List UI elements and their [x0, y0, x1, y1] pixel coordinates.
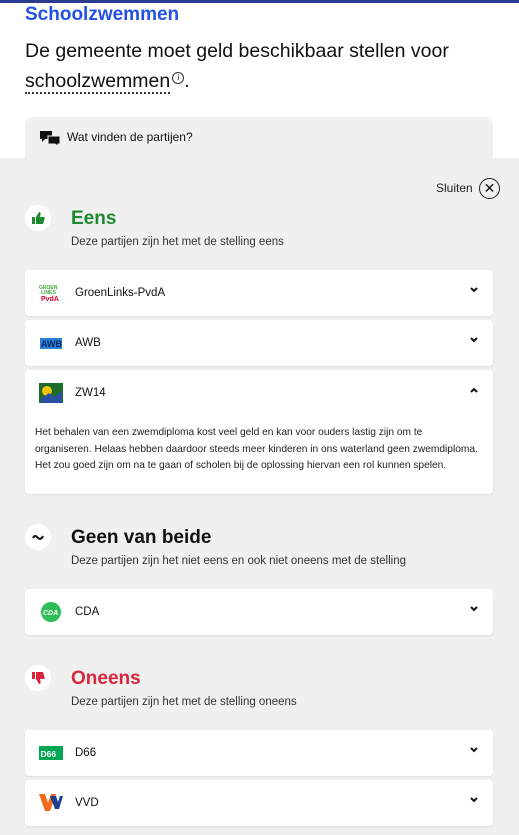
party-card-zw14[interactable]: ZW14 Het behalen van een zwemdiploma kos…	[25, 370, 493, 494]
party-name: GroenLinks-PvdA	[75, 287, 166, 299]
party-card-groenlinks-pvda[interactable]: GROEN LINKS PvdA GroenLinks-PvdA	[25, 270, 493, 316]
category-title: Schoolzwemmen	[25, 4, 180, 25]
party-name: ZW14	[75, 387, 106, 399]
chevron-down-icon	[470, 287, 478, 293]
cda-logo: CDA	[41, 602, 61, 622]
thumbs-down-icon	[25, 665, 51, 691]
svg-text:D66: D66	[41, 749, 57, 759]
chevron-up-icon	[470, 387, 478, 393]
party-name: CDA	[75, 606, 100, 618]
d66-logo: D66	[39, 746, 63, 760]
party-card-d66[interactable]: D66 D66	[25, 730, 493, 776]
chevron-down-icon	[470, 337, 478, 343]
awb-logo: AWB	[40, 338, 62, 349]
party-card-vvd[interactable]: VVD	[25, 780, 493, 826]
statement-before: De gemeente moet geld beschikbaar stelle…	[25, 40, 449, 62]
statement-after: .	[184, 70, 190, 92]
group-title-eens: Eens	[71, 208, 117, 229]
statement-term-link[interactable]: schoolzwemmen	[25, 70, 171, 94]
chat-bubbles-icon	[40, 131, 61, 146]
zw14-logo	[39, 383, 63, 403]
thumbs-up-icon	[25, 205, 51, 231]
party-name: AWB	[75, 337, 101, 349]
chevron-down-icon	[470, 797, 478, 803]
statement-text: De gemeente moet geld beschikbaar stelle…	[25, 36, 500, 96]
svg-text:AWB: AWB	[41, 339, 62, 349]
group-title-geen-van-beide: Geen van beide	[71, 527, 212, 548]
vvd-logo	[39, 794, 63, 811]
info-icon[interactable]: i	[172, 71, 185, 84]
close-label[interactable]: Sluiten	[436, 181, 473, 195]
group-title-oneens: Oneens	[71, 668, 141, 689]
groenlinks-pvda-logo: GROENLINKSPvdA	[39, 285, 59, 303]
party-name: D66	[75, 747, 97, 759]
svg-text:PvdA: PvdA	[41, 296, 59, 303]
tab-label: Wat vinden de partijen?	[67, 130, 193, 144]
top-accent-bar	[0, 0, 519, 3]
party-card-awb[interactable]: AWB AWB	[25, 320, 493, 366]
party-name: VVD	[75, 797, 99, 809]
party-explanation: Het behalen van een zwemdiploma kost vee…	[35, 427, 478, 471]
parties-tab[interactable]: Wat vinden de partijen?	[25, 117, 493, 159]
svg-text:CDA: CDA	[43, 610, 58, 617]
tilde-icon	[25, 524, 51, 550]
group-subtitle-eens: Deze partijen zijn het met de stelling e…	[71, 236, 284, 248]
close-icon[interactable]: ✕	[479, 178, 500, 199]
group-subtitle-oneens: Deze partijen zijn het met de stelling o…	[71, 696, 297, 708]
group-subtitle-geen-van-beide: Deze partijen zijn het niet eens en ook …	[71, 555, 406, 567]
chevron-down-icon	[470, 606, 478, 612]
party-card-cda[interactable]: CDA CDA	[25, 589, 493, 635]
chevron-down-icon	[470, 747, 478, 753]
